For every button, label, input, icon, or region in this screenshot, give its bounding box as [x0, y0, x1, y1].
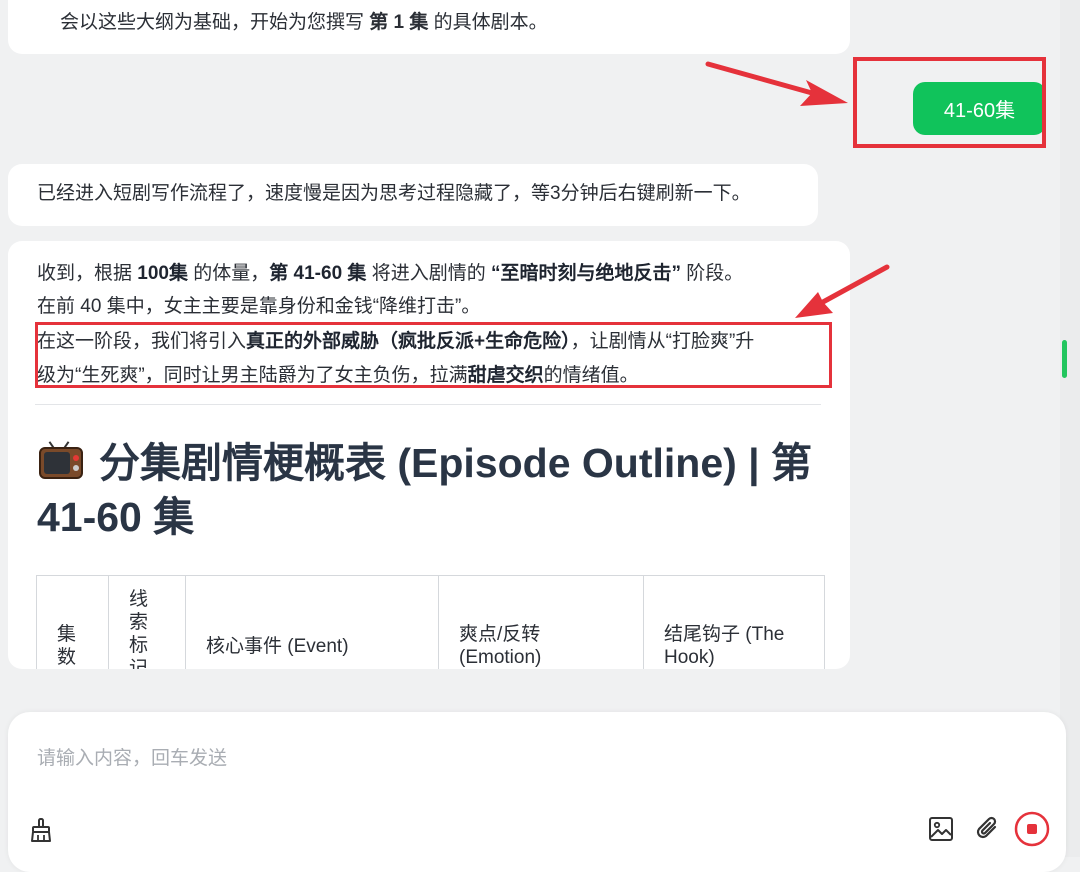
- image-icon[interactable]: [928, 816, 954, 842]
- scrollbar-thumb[interactable]: [1062, 340, 1067, 378]
- table-header-cell: 结尾钩子 (The Hook): [643, 575, 825, 669]
- assistant-message-1: 会以这些大纲为基础，开始为您撰写 第 1 集 的具体剧本。: [8, 0, 850, 54]
- table-header-cell: 线索标记: [108, 575, 186, 669]
- table-header-cell: 爽点/反转 (Emotion): [438, 575, 644, 669]
- message-text: 已经进入短剧写作流程了，速度慢是因为思考过程隐藏了，等3分钟后右键刷新一下。: [37, 183, 751, 204]
- message-text: 会以这些大纲为基础，开始为您撰写 第 1 集 的具体剧本。: [60, 12, 548, 33]
- stop-icon[interactable]: [1013, 810, 1051, 848]
- episode-outline-table: 集数 线索标记 核心事件 (Event) 爽点/反转 (Emotion) 结尾钩…: [36, 575, 825, 669]
- highlight-box-user-message: [853, 57, 1046, 148]
- arrow-to-user-message: [705, 61, 848, 106]
- assistant-message-2: 已经进入短剧写作流程了，速度慢是因为思考过程隐藏了，等3分钟后右键刷新一下。: [8, 164, 818, 226]
- section-heading: 分集剧情梗概表 (Episode Outline) | 第 41-60 集: [37, 440, 813, 540]
- message-line-1: 收到，根据 100集 的体量，第 41-60 集 将进入剧情的 “至暗时刻与绝地…: [37, 263, 744, 284]
- television-icon: [37, 441, 83, 483]
- paperclip-icon[interactable]: [974, 815, 1002, 843]
- table-header-cell: 核心事件 (Event): [185, 575, 439, 669]
- divider: [35, 404, 821, 405]
- table-header-cell: 集数: [36, 575, 109, 669]
- brush-icon[interactable]: [28, 817, 54, 843]
- chat-input-box[interactable]: 请输入内容，回车发送: [8, 712, 1066, 872]
- chat-input[interactable]: 请输入内容，回车发送: [37, 743, 227, 770]
- message-line-2: 在前 40 集中，女主主要是靠身份和金钱“降维打击”。: [37, 296, 481, 317]
- assistant-message-3: 收到，根据 100集 的体量，第 41-60 集 将进入剧情的 “至暗时刻与绝地…: [8, 241, 850, 669]
- table-header-row: 集数 线索标记 核心事件 (Event) 爽点/反转 (Emotion) 结尾钩…: [36, 575, 825, 669]
- highlight-box-text: [35, 322, 832, 388]
